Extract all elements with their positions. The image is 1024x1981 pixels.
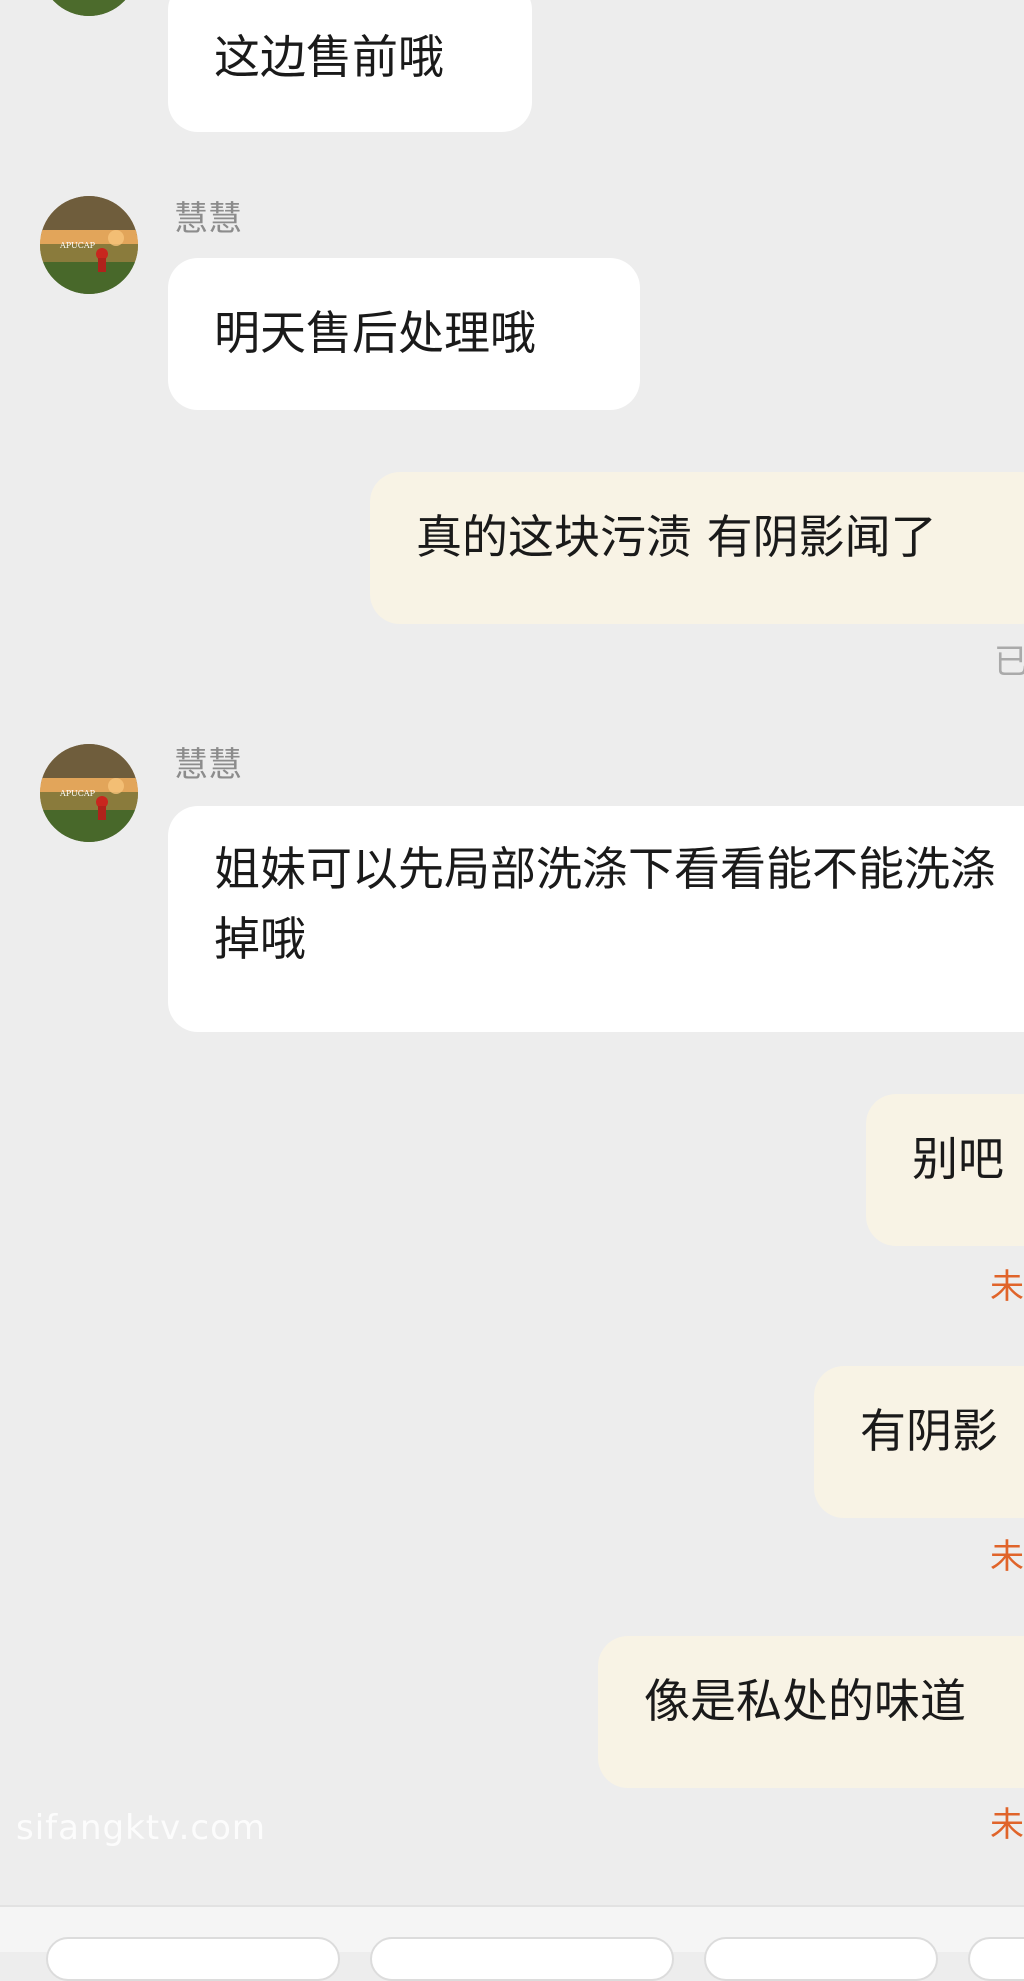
sender-name: 慧慧 xyxy=(174,745,242,785)
message-text: 像是私处的味道 xyxy=(644,1674,966,1728)
message-text: 真的这块污渍 有阴影闻了 xyxy=(416,510,937,564)
landscape-avatar-icon: APUCAP xyxy=(40,744,138,842)
landscape-avatar-icon: APUCAP xyxy=(40,196,138,294)
quick-reply-chip[interactable] xyxy=(704,1937,938,1981)
unread-status: 未 xyxy=(990,1267,1024,1307)
message-bubble-incoming[interactable]: 姐妹可以先局部洗涤下看看能不能洗涤掉哦 xyxy=(168,806,1024,1032)
message-bubble-outgoing[interactable]: 有阴影 xyxy=(814,1366,1024,1518)
message-text: 这边售前哦 xyxy=(214,30,444,84)
quick-reply-bar xyxy=(0,1905,1024,1981)
message-bubble-outgoing[interactable]: 真的这块污渍 有阴影闻了 xyxy=(370,472,1024,624)
unread-status: 未 xyxy=(990,1537,1024,1577)
contact-avatar[interactable] xyxy=(40,0,138,16)
landscape-avatar-icon xyxy=(40,0,138,16)
contact-avatar[interactable]: APUCAP xyxy=(40,744,138,842)
sender-name: 慧慧 xyxy=(174,199,242,239)
message-bubble-incoming[interactable]: 明天售后处理哦 xyxy=(168,258,640,410)
message-text: 有阴影 xyxy=(860,1404,998,1458)
quick-reply-chip[interactable] xyxy=(370,1937,674,1981)
unread-status: 未 xyxy=(990,1805,1024,1845)
avatar-overlay-text: APUCAP xyxy=(59,241,96,250)
avatar-overlay-text: APUCAP xyxy=(59,789,96,798)
message-bubble-outgoing[interactable]: 别吧 xyxy=(866,1094,1024,1246)
contact-avatar[interactable]: APUCAP xyxy=(40,196,138,294)
message-text: 明天售后处理哦 xyxy=(214,306,536,360)
chat-message-list[interactable]: 这边售前哦 APUCAP 慧慧 明天售后处理哦 真的这块污渍 有阴影闻了 已 A… xyxy=(0,0,1024,1905)
message-bubble-outgoing[interactable]: 像是私处的味道 xyxy=(598,1636,1024,1788)
quick-reply-chip[interactable] xyxy=(46,1937,340,1981)
read-status: 已 xyxy=(994,642,1024,682)
message-text: 姐妹可以先局部洗涤下看看能不能洗涤掉哦 xyxy=(214,842,996,966)
message-bubble-incoming[interactable]: 这边售前哦 xyxy=(168,0,532,132)
quick-reply-chip[interactable] xyxy=(968,1937,1024,1981)
message-text: 别吧 xyxy=(912,1132,1004,1186)
watermark: sifangktv.com xyxy=(16,1808,267,1848)
